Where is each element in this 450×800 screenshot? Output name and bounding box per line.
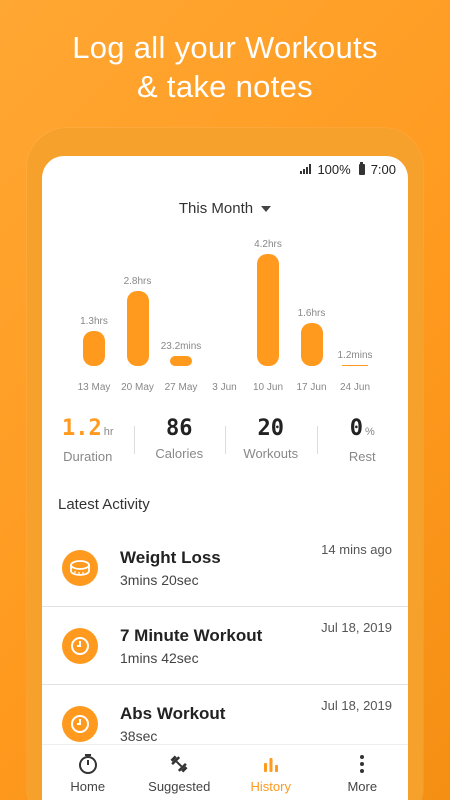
caret-down-icon — [261, 206, 272, 213]
stopwatch-icon — [42, 753, 134, 775]
dumbbell-icon — [134, 753, 226, 775]
activity-name: Weight Loss — [120, 548, 221, 567]
latest-activity-title: Latest Activity — [58, 496, 150, 513]
stat-rest-label: Rest — [348, 449, 376, 464]
chart-bar[interactable] — [83, 331, 105, 366]
activity-item[interactable]: 7 Minute Workout 1mins 42sec Jul 18, 201… — [42, 606, 408, 684]
period-dropdown[interactable]: This Month — [42, 200, 408, 217]
stat-rest-unit: % — [364, 426, 375, 438]
promo-headline: Log all your Workouts & take notes — [0, 28, 450, 106]
summary-stats: 1.2 hr Duration 86 Calories 20 Workouts 0… — [42, 416, 408, 466]
chart-value-label: 23.2mins — [160, 340, 202, 352]
chart-value-label: 1.6hrs — [297, 308, 326, 320]
promo-headline-line1: Log all your Workouts — [72, 30, 378, 65]
chart-value-label: 1.2mins — [337, 350, 373, 361]
chart-x-label: 24 Jun — [339, 382, 371, 393]
phone-screen: 100% 7:00 This Month 13 May 1.3hrs 20 May 2… — [42, 156, 408, 800]
stat-calories: 86 Calories — [133, 416, 226, 466]
stat-workouts: 20 Workouts — [225, 416, 317, 466]
chart-value-label: 4.2hrs — [254, 239, 282, 250]
battery-icon — [358, 161, 365, 175]
clock-icon — [62, 706, 98, 742]
nav-home[interactable]: Home — [42, 745, 134, 800]
status-bar: 100% 7:00 — [42, 156, 408, 182]
stat-duration: 1.2 hr Duration — [42, 416, 134, 466]
nav-more[interactable]: More — [317, 745, 409, 800]
activity-duration: 1mins 42sec — [120, 650, 199, 666]
chart-bar[interactable] — [257, 254, 279, 366]
chart-bar — [342, 365, 368, 366]
scale-icon — [62, 550, 98, 586]
stat-duration-unit: hr — [103, 426, 114, 438]
activity-time: Jul 18, 2019 — [321, 698, 392, 713]
more-vertical-icon — [317, 753, 409, 775]
activity-duration: 3mins 20sec — [120, 572, 199, 588]
chart-x-label: 20 May — [121, 382, 154, 393]
stat-rest: 0% Rest — [316, 416, 409, 466]
stat-workouts-value: 20 — [257, 416, 285, 441]
stat-duration-value: 1.2 — [61, 416, 102, 441]
chart-x-label: 3 Jun — [212, 382, 237, 393]
promo-headline-line2: & take notes — [137, 69, 313, 104]
phone-side-button — [418, 315, 424, 355]
activity-time: 14 mins ago — [321, 542, 392, 557]
activity-time: Jul 18, 2019 — [321, 620, 392, 635]
status-time: 7:00 — [370, 161, 396, 177]
stat-workouts-label: Workouts — [243, 446, 299, 461]
stat-duration-label: Duration — [63, 449, 113, 464]
nav-suggested-label: Suggested — [148, 779, 211, 794]
nav-history-label: History — [250, 779, 291, 794]
activity-duration: 38sec — [120, 728, 158, 744]
signal-icon — [300, 164, 312, 174]
weekly-duration-chart: 13 May 1.3hrs 20 May 2.8hrs 27 May 23.2mins 3 … — [42, 236, 408, 396]
chart-value-label: 1.3hrs — [80, 316, 108, 328]
chart-x-label: 10 Jun — [252, 382, 284, 393]
activity-name: 7 Minute Workout — [120, 626, 263, 645]
battery-percent: 100% — [317, 161, 351, 177]
nav-more-label: More — [347, 779, 378, 794]
stat-calories-value: 86 — [166, 416, 193, 441]
nav-suggested[interactable]: Suggested — [134, 745, 226, 800]
chart-bar[interactable] — [170, 355, 192, 366]
chart-x-label: 17 Jun — [296, 382, 327, 393]
chart-bar[interactable] — [300, 323, 323, 366]
stat-rest-value: 0 — [349, 416, 363, 441]
activity-item[interactable]: Weight Loss 3mins 20sec 14 mins ago — [42, 528, 408, 606]
nav-history[interactable]: History — [225, 745, 317, 800]
bar-chart-icon — [225, 753, 317, 775]
bottom-navigation: Home Suggested History More — [42, 744, 408, 800]
period-dropdown-label: This Month — [178, 200, 254, 217]
phone-side-button — [418, 420, 424, 510]
activity-name: Abs Workout — [120, 704, 226, 723]
clock-icon — [62, 628, 98, 664]
chart-x-label: 27 May — [164, 382, 198, 393]
chart-bar[interactable] — [126, 291, 149, 366]
chart-x-label: 13 May — [77, 382, 111, 393]
chart-value-label: 2.8hrs — [123, 276, 152, 288]
nav-home-label: Home — [70, 779, 106, 794]
stat-calories-label: Calories — [155, 446, 204, 461]
